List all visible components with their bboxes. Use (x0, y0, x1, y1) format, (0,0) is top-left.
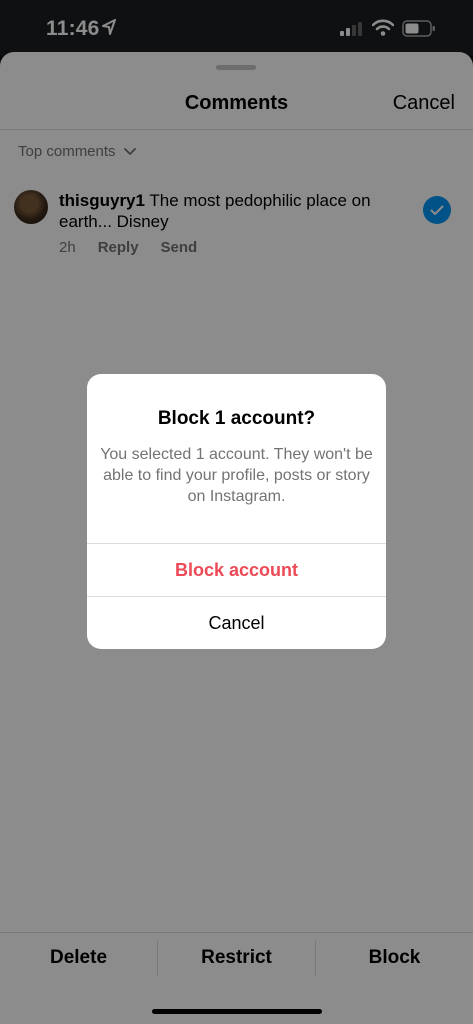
dialog-title: Block 1 account? (157, 408, 316, 429)
dialog-cancel-button[interactable]: Cancel (87, 597, 386, 649)
block-account-button[interactable]: Block account (87, 544, 386, 596)
dialog-message: You selected 1 account. They won't be ab… (100, 446, 373, 505)
block-dialog: Block 1 account? You selected 1 account.… (87, 374, 386, 649)
